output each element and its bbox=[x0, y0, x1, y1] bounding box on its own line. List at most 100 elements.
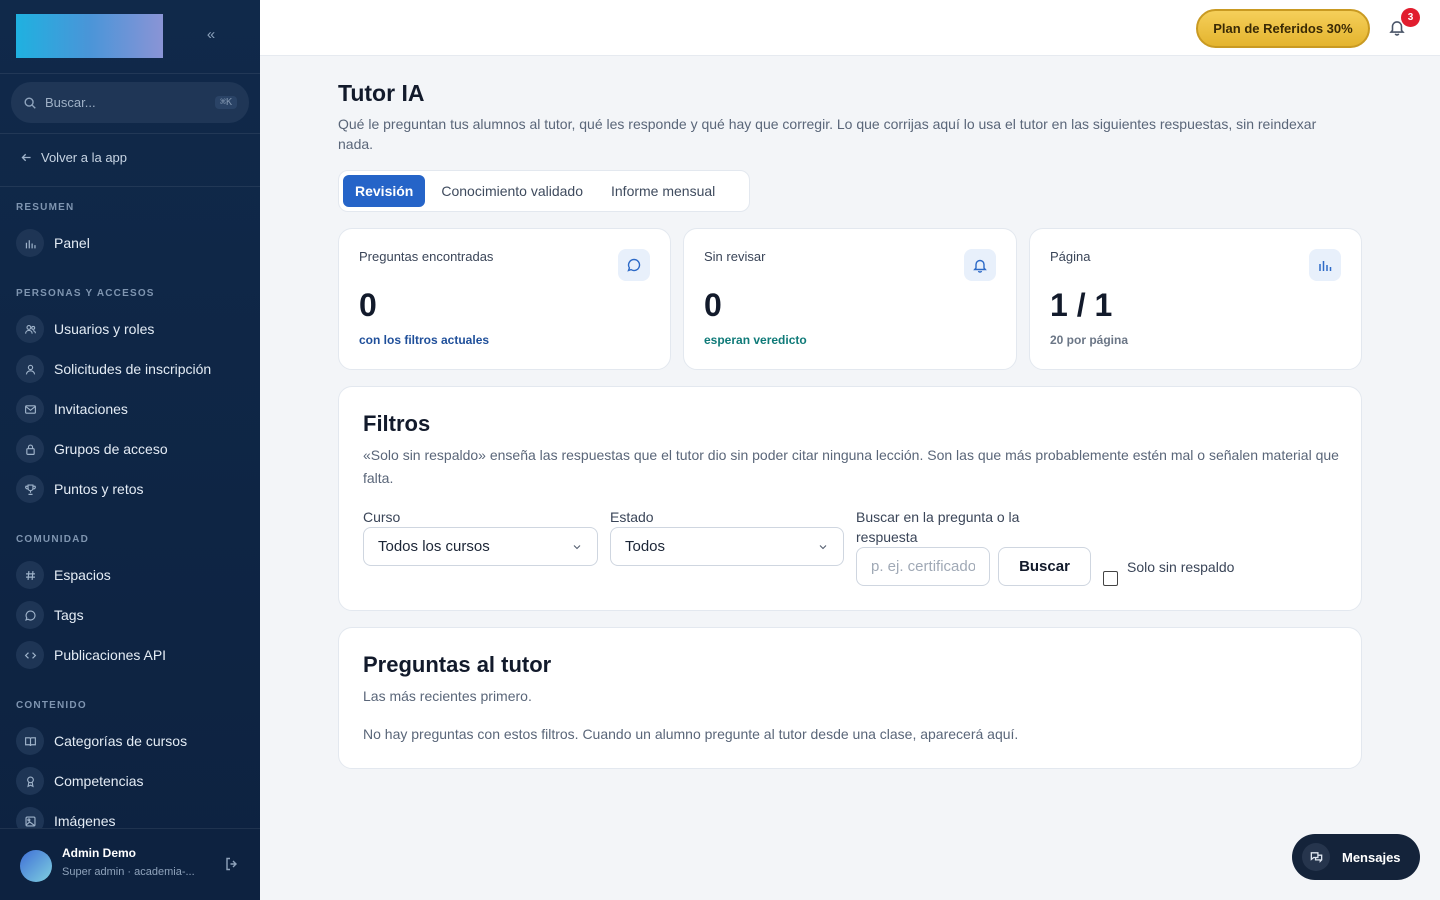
tab-revision[interactable]: Revisión bbox=[343, 175, 426, 207]
stat-value: 0 bbox=[359, 287, 377, 323]
filters-title: Filtros bbox=[363, 411, 431, 436]
award-icon bbox=[16, 767, 44, 795]
sidebar-item-access-groups[interactable]: Grupos de acceso bbox=[16, 434, 168, 464]
sidebar-search[interactable]: Buscar... ⌘K bbox=[11, 82, 249, 123]
notification-badge: 3 bbox=[1401, 8, 1420, 27]
sidebar-item-invitations[interactable]: Invitaciones bbox=[16, 394, 128, 424]
search-icon bbox=[24, 96, 36, 109]
page-title: Tutor IA bbox=[338, 80, 425, 106]
logout-icon[interactable] bbox=[224, 856, 240, 872]
questions-subtitle: Las más recientes primero. bbox=[363, 688, 532, 704]
back-label: Volver a la app bbox=[41, 150, 128, 165]
page-subtitle: Qué le preguntan tus alumnos al tutor, q… bbox=[338, 116, 1317, 152]
sidebar-item-label: Competencias bbox=[54, 773, 144, 789]
topbar: Plan de Referidos 30% 3 bbox=[260, 0, 1440, 56]
users-icon bbox=[16, 315, 44, 343]
chevron-down-icon bbox=[819, 544, 827, 549]
unbacked-only-checkbox[interactable] bbox=[1103, 571, 1118, 586]
sidebar-item-label: Solicitudes de inscripción bbox=[54, 361, 212, 377]
stat-card-page: Página 1 / 1 20 por página bbox=[1029, 228, 1362, 370]
section-label-contenido: CONTENIDO bbox=[16, 700, 87, 711]
sidebar-item-competencies[interactable]: Competencias bbox=[16, 766, 144, 796]
sidebar-item-users[interactable]: Usuarios y roles bbox=[16, 314, 154, 344]
messages-button[interactable]: Mensajes bbox=[1292, 834, 1420, 880]
sidebar-search-placeholder: Buscar... bbox=[45, 95, 96, 110]
chat-bubble-icon bbox=[618, 249, 650, 281]
sidebar-item-label: Categorías de cursos bbox=[54, 733, 188, 749]
bar-chart-icon bbox=[16, 229, 44, 257]
mail-icon bbox=[16, 395, 44, 423]
sidebar-item-tags[interactable]: Tags bbox=[16, 600, 84, 630]
status-label: Estado bbox=[610, 509, 654, 525]
hash-icon bbox=[16, 561, 44, 589]
sidebar-item-panel[interactable]: Panel bbox=[16, 228, 90, 258]
bell-icon bbox=[964, 249, 996, 281]
status-select[interactable]: Todos bbox=[610, 527, 844, 566]
course-select[interactable]: Todos los cursos bbox=[363, 527, 598, 566]
stat-card-unreviewed: Sin revisar 0 esperan veredicto bbox=[683, 228, 1017, 370]
sidebar-item-label: Imágenes bbox=[54, 813, 116, 829]
back-to-app-link[interactable]: Volver a la app bbox=[20, 150, 127, 165]
sidebar-header: « bbox=[0, 0, 260, 74]
filters-card: Filtros «Solo sin respaldo» enseña las r… bbox=[338, 386, 1362, 611]
section-label-personas: PERSONAS Y ACCESOS bbox=[16, 288, 155, 299]
questions-title: Preguntas al tutor bbox=[363, 652, 552, 677]
stat-note: 20 por página bbox=[1050, 333, 1129, 347]
sidebar-item-spaces[interactable]: Espacios bbox=[16, 560, 111, 590]
status-select-value: Todos bbox=[625, 538, 666, 555]
chevron-down-icon bbox=[573, 544, 581, 549]
course-label: Curso bbox=[363, 509, 401, 525]
trophy-icon bbox=[16, 475, 44, 503]
sidebar-item-api-posts[interactable]: Publicaciones API bbox=[16, 640, 166, 670]
avatar[interactable] bbox=[20, 850, 52, 882]
user-name: Admin Demo bbox=[62, 846, 137, 860]
brand-logo[interactable] bbox=[16, 14, 163, 58]
divider bbox=[0, 186, 260, 187]
sidebar: « Buscar... ⌘K Volver a la app RESUMEN P… bbox=[0, 0, 260, 900]
user-icon bbox=[16, 355, 44, 383]
bar-chart-icon bbox=[1309, 249, 1341, 281]
chat-bubble-icon bbox=[16, 601, 44, 629]
lock-icon bbox=[16, 435, 44, 463]
sidebar-item-label: Panel bbox=[54, 235, 90, 251]
chat-icon bbox=[1302, 843, 1330, 871]
sidebar-item-points[interactable]: Puntos y retos bbox=[16, 474, 144, 504]
sidebar-item-label: Puntos y retos bbox=[54, 481, 144, 497]
course-select-value: Todos los cursos bbox=[378, 538, 490, 555]
book-icon bbox=[16, 727, 44, 755]
empty-state-message: No hay preguntas con estos filtros. Cuan… bbox=[363, 726, 1019, 742]
user-role: Super admin · academia-... bbox=[62, 866, 195, 878]
stat-label: Preguntas encontradas bbox=[359, 249, 494, 264]
divider bbox=[0, 133, 260, 134]
sidebar-item-course-categories[interactable]: Categorías de cursos bbox=[16, 726, 187, 756]
messages-label: Mensajes bbox=[1342, 849, 1401, 865]
sidebar-item-label: Invitaciones bbox=[54, 401, 128, 417]
sidebar-item-label: Usuarios y roles bbox=[54, 321, 155, 337]
search-shortcut: ⌘K bbox=[214, 96, 237, 109]
stat-label: Sin revisar bbox=[704, 249, 766, 264]
sidebar-item-enrollment-requests[interactable]: Solicitudes de inscripción bbox=[16, 354, 211, 384]
sidebar-item-label: Publicaciones API bbox=[54, 647, 167, 663]
search-label: Buscar en la pregunta o la respuesta bbox=[856, 509, 1020, 545]
stat-card-questions-found: Preguntas encontradas 0 con los filtros … bbox=[338, 228, 671, 370]
unbacked-only-label: Solo sin respaldo bbox=[1127, 559, 1235, 575]
search-input[interactable] bbox=[856, 547, 990, 586]
sidebar-item-label: Tags bbox=[54, 607, 84, 623]
referral-plan-button[interactable]: Plan de Referidos 30% bbox=[1196, 9, 1370, 48]
tabs: Revisión Conocimiento validado Informe m… bbox=[338, 170, 750, 212]
filters-description: «Solo sin respaldo» enseña las respuesta… bbox=[363, 447, 1339, 486]
questions-card: Preguntas al tutor Las más recientes pri… bbox=[338, 627, 1362, 769]
sidebar-item-label: Grupos de acceso bbox=[54, 441, 168, 457]
section-label-resumen: RESUMEN bbox=[16, 202, 75, 213]
sidebar-item-label: Espacios bbox=[54, 567, 111, 583]
code-icon bbox=[16, 641, 44, 669]
collapse-sidebar-icon[interactable]: « bbox=[202, 26, 220, 46]
tab-monthly-report[interactable]: Informe mensual bbox=[599, 175, 727, 207]
tab-validated-knowledge[interactable]: Conocimiento validado bbox=[429, 175, 595, 207]
search-button[interactable]: Buscar bbox=[998, 547, 1091, 586]
stat-note: con los filtros actuales bbox=[359, 333, 490, 347]
stat-value: 1 / 1 bbox=[1050, 287, 1113, 323]
stat-value: 0 bbox=[704, 287, 722, 323]
arrow-left-icon bbox=[21, 153, 31, 162]
stat-label: Página bbox=[1050, 249, 1091, 264]
